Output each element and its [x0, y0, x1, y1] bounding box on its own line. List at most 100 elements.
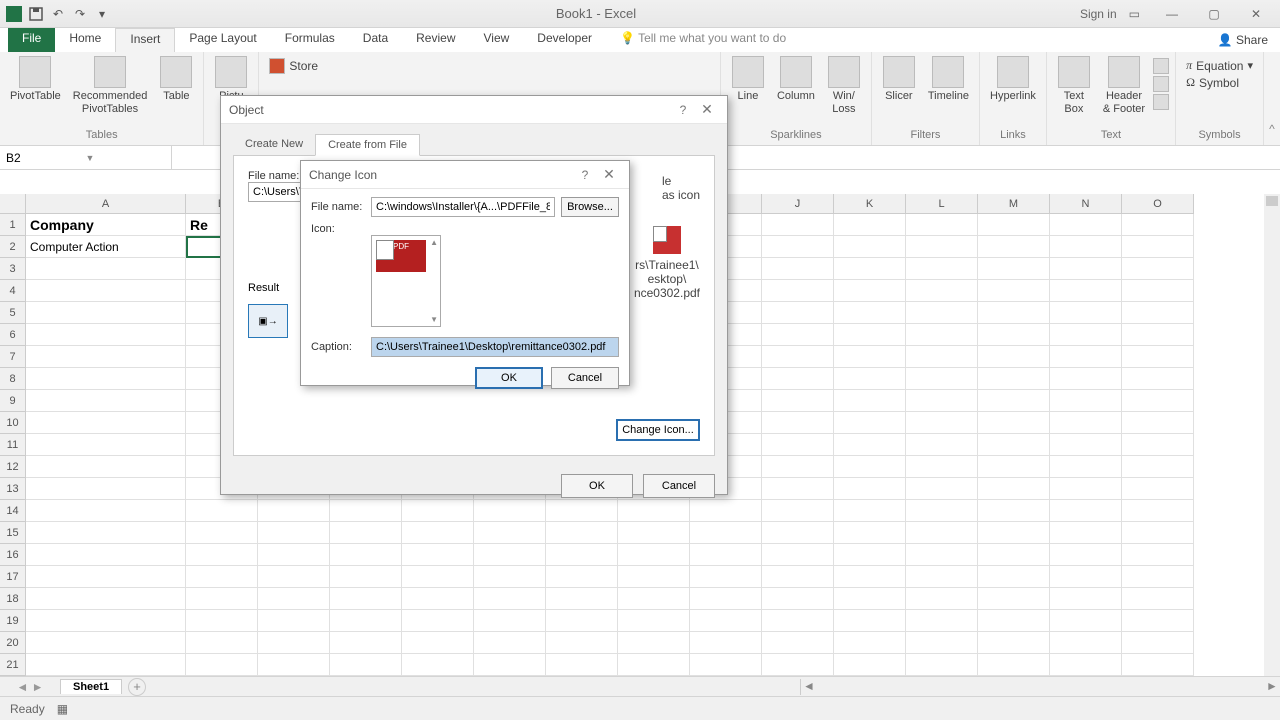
cell[interactable]	[474, 588, 546, 610]
cell[interactable]	[978, 368, 1050, 390]
cell[interactable]	[26, 324, 186, 346]
change-icon-close-button[interactable]: ✕	[597, 166, 621, 183]
cell[interactable]	[1122, 390, 1194, 412]
cell[interactable]	[26, 258, 186, 280]
wordart-icon[interactable]	[1153, 58, 1169, 74]
cell[interactable]	[906, 544, 978, 566]
tab-insert[interactable]: Insert	[115, 28, 175, 52]
cell[interactable]	[978, 258, 1050, 280]
cell[interactable]	[1050, 522, 1122, 544]
cell[interactable]	[1122, 456, 1194, 478]
cell[interactable]	[834, 258, 906, 280]
cell[interactable]	[258, 654, 330, 676]
cell[interactable]	[26, 544, 186, 566]
cell[interactable]	[1122, 214, 1194, 236]
cell[interactable]	[762, 258, 834, 280]
cell[interactable]	[762, 390, 834, 412]
namebox-dropdown-icon[interactable]: ▼	[86, 153, 166, 163]
cell[interactable]	[1122, 258, 1194, 280]
search-help[interactable]: 💡 Tell me what you want to do	[606, 28, 800, 52]
sparkline-winloss-button[interactable]: Win/ Loss	[823, 54, 865, 118]
redo-icon[interactable]: ↷	[70, 4, 90, 24]
row-header[interactable]: 12	[0, 456, 26, 478]
cell[interactable]	[834, 346, 906, 368]
row-header[interactable]: 9	[0, 390, 26, 412]
cell[interactable]	[546, 654, 618, 676]
cell[interactable]	[978, 654, 1050, 676]
ribbon-mode-icon[interactable]: ▭	[1129, 7, 1140, 21]
cell[interactable]	[834, 324, 906, 346]
cell[interactable]	[1122, 302, 1194, 324]
pdf-file-icon[interactable]: PDF	[376, 240, 426, 272]
row-header[interactable]: 5	[0, 302, 26, 324]
cell[interactable]	[330, 522, 402, 544]
cell[interactable]	[1050, 632, 1122, 654]
row-header[interactable]: 7	[0, 346, 26, 368]
cell[interactable]	[978, 214, 1050, 236]
cell[interactable]	[834, 588, 906, 610]
cell[interactable]	[26, 280, 186, 302]
object-cancel-button[interactable]: Cancel	[643, 474, 715, 498]
cell[interactable]	[402, 522, 474, 544]
tab-create-new[interactable]: Create New	[233, 134, 315, 155]
cell[interactable]	[690, 588, 762, 610]
cell[interactable]	[1122, 544, 1194, 566]
cell[interactable]	[906, 478, 978, 500]
cell[interactable]	[618, 566, 690, 588]
cell[interactable]	[1050, 566, 1122, 588]
cell[interactable]	[1050, 280, 1122, 302]
sheet-nav[interactable]: ◄ ►	[0, 680, 60, 694]
cell[interactable]	[978, 522, 1050, 544]
cell[interactable]	[1122, 566, 1194, 588]
cell[interactable]	[330, 610, 402, 632]
cell[interactable]	[26, 632, 186, 654]
cell[interactable]	[906, 566, 978, 588]
row-header[interactable]: 19	[0, 610, 26, 632]
row-header[interactable]: 14	[0, 500, 26, 522]
cell[interactable]	[1050, 610, 1122, 632]
col-header[interactable]: O	[1122, 194, 1194, 214]
ci-browse-button[interactable]: Browse...	[561, 197, 619, 217]
cell[interactable]	[26, 302, 186, 324]
cell[interactable]	[258, 544, 330, 566]
tab-file[interactable]: File	[8, 28, 55, 52]
cell[interactable]	[26, 346, 186, 368]
cell[interactable]	[1122, 236, 1194, 258]
cell[interactable]	[26, 390, 186, 412]
cell[interactable]	[906, 258, 978, 280]
ci-cancel-button[interactable]: Cancel	[551, 367, 619, 389]
vertical-scrollbar[interactable]	[1264, 194, 1280, 678]
cell[interactable]	[186, 654, 258, 676]
tab-data[interactable]: Data	[349, 28, 402, 52]
cell[interactable]	[26, 522, 186, 544]
cell[interactable]	[834, 280, 906, 302]
cell[interactable]	[1050, 214, 1122, 236]
cell[interactable]	[762, 280, 834, 302]
cell[interactable]	[26, 434, 186, 456]
cell[interactable]	[1122, 346, 1194, 368]
horizontal-scrollbar[interactable]: ◄►	[800, 679, 1280, 695]
cell[interactable]	[330, 544, 402, 566]
row-header[interactable]: 10	[0, 412, 26, 434]
cell[interactable]	[1050, 588, 1122, 610]
macro-record-icon[interactable]: ▦	[57, 702, 68, 716]
cell[interactable]	[906, 368, 978, 390]
cell[interactable]	[186, 566, 258, 588]
change-icon-help-button[interactable]: ?	[573, 168, 597, 182]
table-button[interactable]: Table	[155, 54, 197, 105]
cell[interactable]	[978, 456, 1050, 478]
cell[interactable]	[762, 302, 834, 324]
cell[interactable]	[186, 588, 258, 610]
cell[interactable]	[258, 566, 330, 588]
cell[interactable]	[1050, 500, 1122, 522]
ci-ok-button[interactable]: OK	[475, 367, 543, 389]
cell[interactable]	[762, 632, 834, 654]
row-header[interactable]: 8	[0, 368, 26, 390]
tab-home[interactable]: Home	[55, 28, 115, 52]
cell[interactable]	[762, 236, 834, 258]
col-header[interactable]: N	[1050, 194, 1122, 214]
sparkline-line-button[interactable]: Line	[727, 54, 769, 105]
cell[interactable]	[906, 456, 978, 478]
cell[interactable]: Company	[26, 214, 186, 236]
cell[interactable]	[906, 610, 978, 632]
